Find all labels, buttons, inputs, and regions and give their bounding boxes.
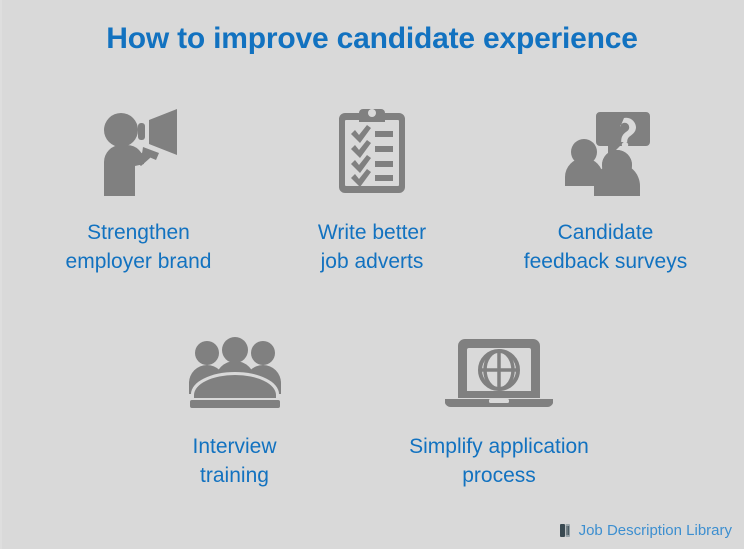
person-megaphone-icon bbox=[93, 104, 185, 196]
top-row-group: Strengthen employer brand Write better j… bbox=[22, 96, 722, 276]
bottom-row-group: Interview training Simplify application … bbox=[118, 328, 626, 490]
item-label-line1: Simplify application bbox=[409, 435, 589, 458]
item-label: Strengthen employer brand bbox=[66, 218, 212, 276]
laptop-globe-icon bbox=[445, 335, 553, 413]
item-interview-training: Interview training bbox=[118, 328, 351, 490]
icon-container bbox=[187, 328, 283, 420]
item-label: Interview training bbox=[192, 432, 276, 490]
item-label-line2: feedback surveys bbox=[523, 250, 688, 273]
item-label-line1: Write better bbox=[317, 221, 427, 244]
slide-canvas: How to improve candidate experience Stre… bbox=[0, 0, 744, 549]
footer-brand[interactable]: Job Description Library bbox=[559, 521, 732, 539]
item-strengthen-employer-brand: Strengthen employer brand bbox=[22, 96, 255, 276]
item-label-line2: process bbox=[462, 464, 536, 487]
item-label: Simplify application process bbox=[409, 432, 589, 490]
people-panel-icon bbox=[187, 336, 283, 412]
item-label-line2: training bbox=[200, 464, 269, 487]
item-label-line1: Strengthen bbox=[87, 221, 190, 244]
page-title: How to improve candidate experience bbox=[106, 22, 638, 55]
item-write-better-job-adverts: Write better job adverts bbox=[256, 96, 489, 276]
item-label-line2: employer brand bbox=[65, 250, 212, 273]
icon-container bbox=[560, 96, 652, 204]
left-edge-strip bbox=[0, 0, 2, 549]
item-label-line1: Interview bbox=[192, 435, 277, 458]
icon-container bbox=[93, 96, 185, 204]
people-question-bubble-icon bbox=[560, 104, 652, 196]
item-label: Candidate feedback surveys bbox=[524, 218, 687, 276]
clipboard-checklist-icon bbox=[337, 105, 407, 195]
item-label-line2: job adverts bbox=[320, 250, 424, 273]
icon-container bbox=[445, 328, 553, 420]
footer-brand-label: Job Description Library bbox=[578, 521, 732, 539]
icon-container bbox=[337, 96, 407, 204]
item-label: Write better job adverts bbox=[318, 218, 426, 276]
books-library-icon bbox=[559, 521, 577, 539]
item-label-line1: Candidate bbox=[557, 221, 654, 244]
item-candidate-feedback-surveys: Candidate feedback surveys bbox=[489, 96, 722, 276]
item-simplify-application-process: Simplify application process bbox=[372, 328, 626, 490]
